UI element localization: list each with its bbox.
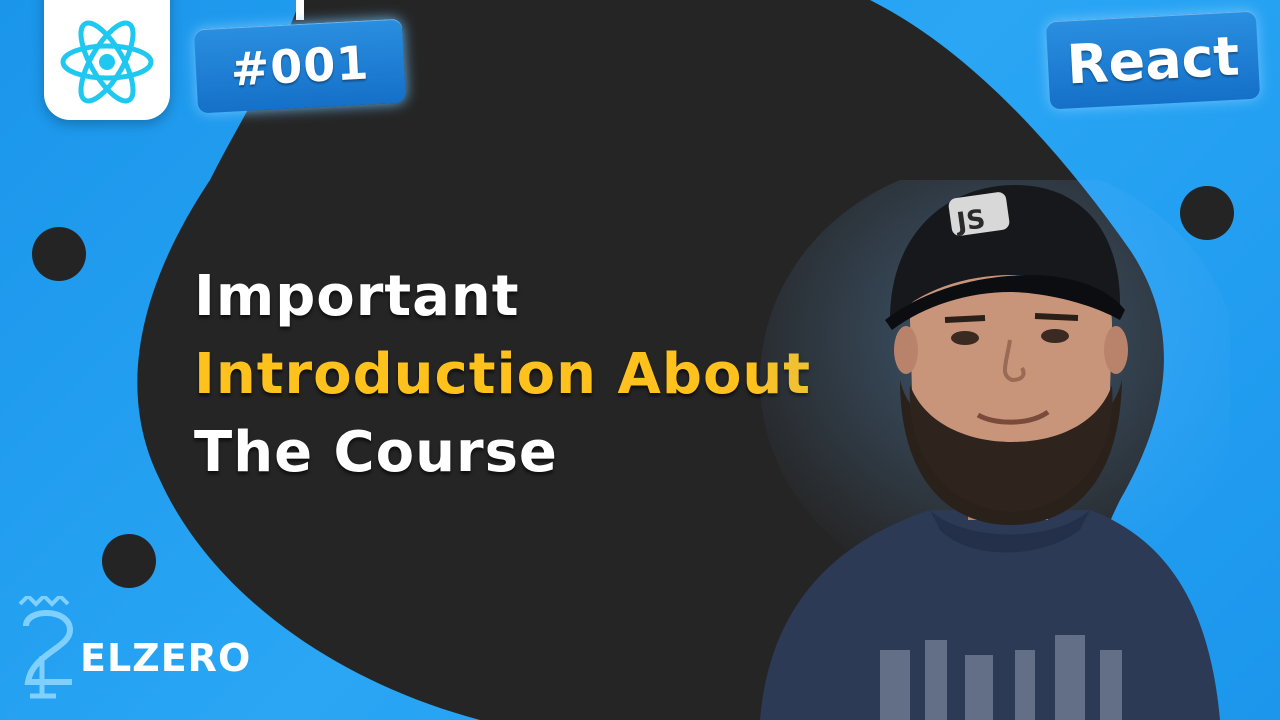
brand-logo: ELZERO <box>12 596 251 700</box>
topic-badge: React <box>1045 10 1261 110</box>
thumbnail: #001 React Important Introduction About … <box>0 0 1280 720</box>
title-line-1: Important <box>194 264 520 329</box>
elzero-logo-icon <box>18 596 74 699</box>
react-logo-icon <box>60 20 154 104</box>
brand-name: ELZERO <box>80 636 252 680</box>
svg-text:JS: JS <box>953 204 987 238</box>
decor-dot-bottom-left <box>102 534 156 588</box>
video-title: Important Introduction About The Course <box>194 258 811 492</box>
decor-dot-left <box>32 227 86 281</box>
title-line-3: The Course <box>194 420 558 485</box>
title-line-2: Introduction About <box>194 342 812 407</box>
react-logo-badge <box>44 0 170 120</box>
episode-number-badge: #001 <box>193 18 407 114</box>
presenter-photo: JS <box>760 180 1230 720</box>
